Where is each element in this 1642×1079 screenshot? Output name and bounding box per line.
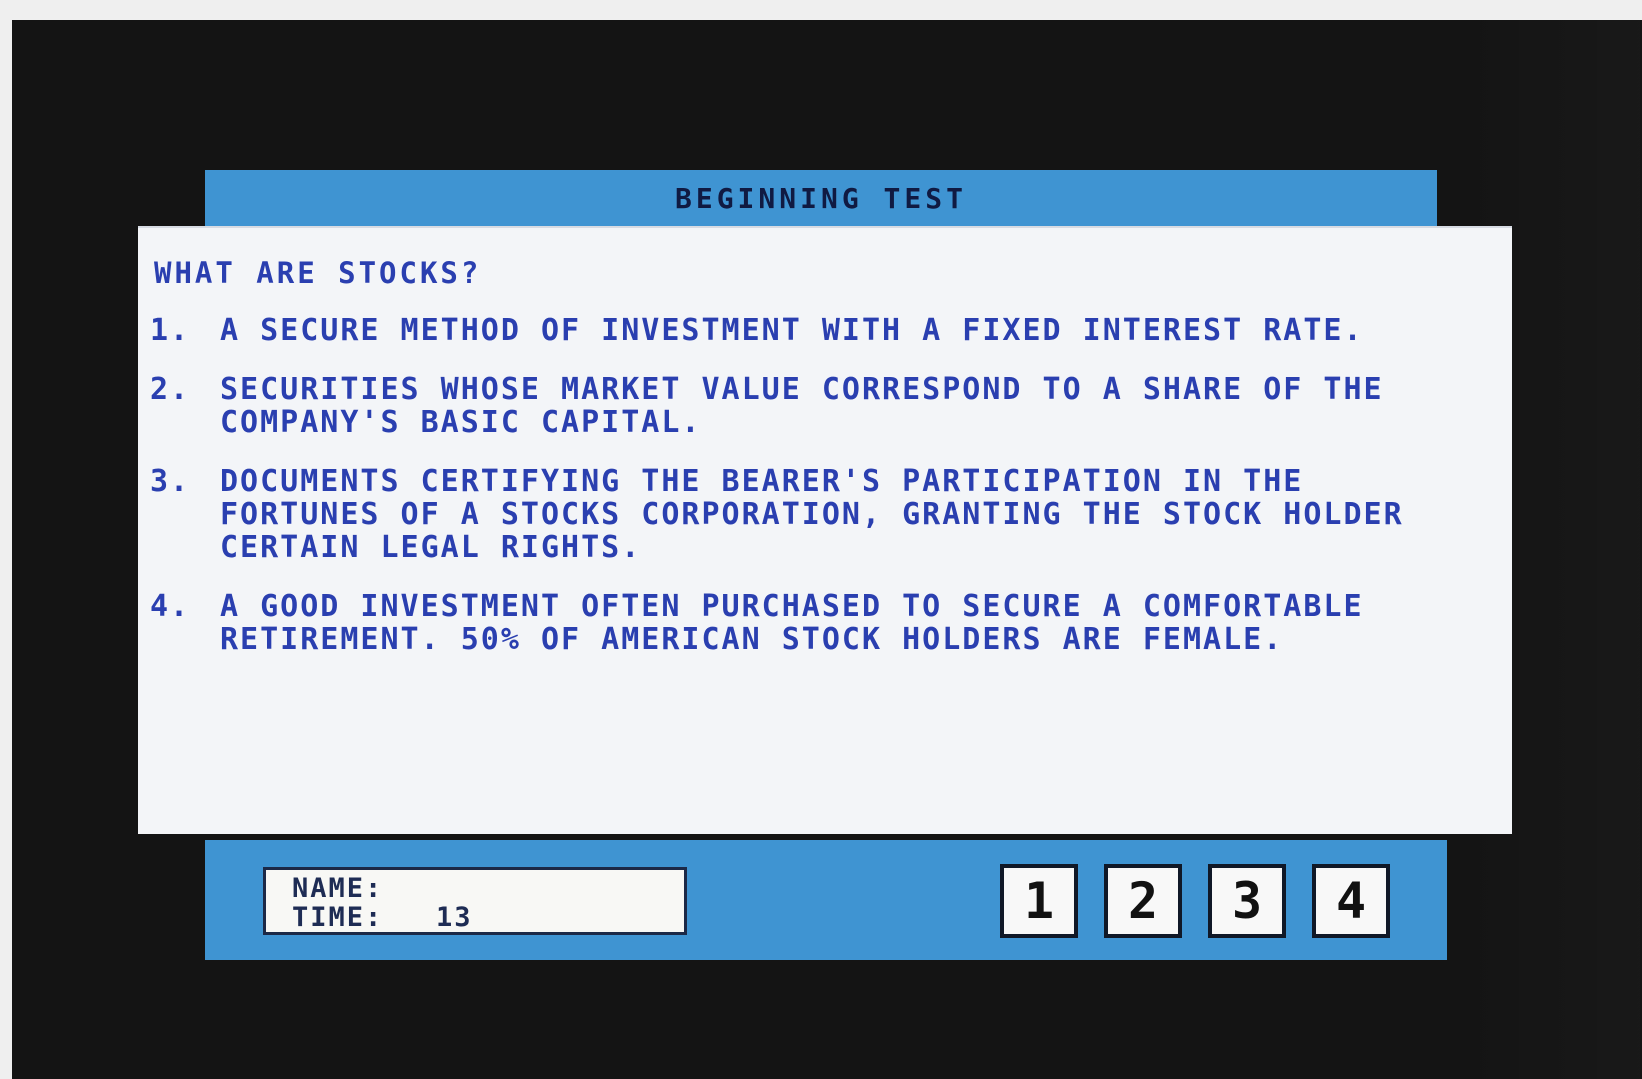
status-bar: NAME: TIME: 13 1 2 3 4 (205, 840, 1447, 960)
answer-option-2[interactable]: 2. SECURITIES WHOSE MARKET VALUE CORRESP… (150, 373, 1500, 439)
answer-option-3[interactable]: 3. DOCUMENTS CERTIFYING THE BEARER'S PAR… (150, 465, 1500, 564)
answer-text-4: A GOOD INVESTMENT OFTEN PURCHASED TO SEC… (220, 589, 1364, 657)
answer-text-2: SECURITIES WHOSE MARKET VALUE CORRESPOND… (220, 372, 1384, 440)
question-text: WHAT ARE STOCKS? (154, 256, 482, 290)
page-title: BEGINNING TEST (674, 182, 967, 215)
answer-option-1[interactable]: 1. A SECURE METHOD OF INVESTMENT WITH A … (150, 314, 1500, 347)
screen-glare (1460, 20, 1640, 1079)
answer-option-4[interactable]: 4. A GOOD INVESTMENT OFTEN PURCHASED TO … (150, 590, 1500, 656)
answer-number-2: 2. (150, 372, 191, 407)
answer-button-1[interactable]: 1 (1000, 864, 1078, 938)
name-and-time-box: NAME: TIME: 13 (263, 867, 687, 935)
answer-number-3: 3. (150, 464, 191, 499)
answer-text-1: A SECURE METHOD OF INVESTMENT WITH A FIX… (220, 313, 1364, 348)
name-label: NAME: (292, 873, 384, 904)
answer-button-2[interactable]: 2 (1104, 864, 1182, 938)
photo-of-computer-screen: BEGINNING TEST WHAT ARE STOCKS? 1. A SEC… (0, 0, 1642, 1079)
time-value: 13 (436, 902, 473, 933)
answer-number-4: 4. (150, 589, 191, 624)
answer-button-3[interactable]: 3 (1208, 864, 1286, 938)
answer-buttons: 1 2 3 4 (1000, 864, 1420, 938)
time-label: TIME: (292, 902, 384, 933)
answer-number-1: 1. (150, 313, 191, 348)
answer-text-3: DOCUMENTS CERTIFYING THE BEARER'S PARTIC… (220, 464, 1404, 565)
answer-list: 1. A SECURE METHOD OF INVESTMENT WITH A … (150, 314, 1500, 682)
answer-button-4[interactable]: 4 (1312, 864, 1390, 938)
title-bar: BEGINNING TEST (205, 170, 1437, 228)
question-panel: WHAT ARE STOCKS? 1. A SECURE METHOD OF I… (138, 226, 1512, 834)
